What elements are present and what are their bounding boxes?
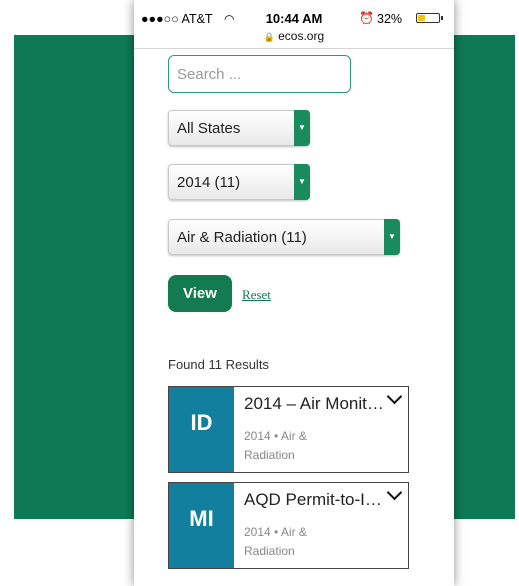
result-title: AQD Permit-to-In...: [244, 490, 384, 509]
alarm-icon: ⏰: [359, 11, 374, 25]
state-badge: MI: [169, 483, 234, 568]
status-time: 10:44 AM: [265, 11, 323, 26]
battery-icon: [416, 13, 443, 23]
year-select-value: 2014 (11): [177, 174, 241, 191]
topic-select[interactable]: Air & Radiation (11) ▼: [168, 219, 400, 255]
chevron-down-icon: ▼: [294, 164, 310, 200]
status-bar: ●●●○○ AT&T ◠ 10:44 AM ⏰ 32% 🔒 ecos.org: [134, 0, 454, 49]
results-count: Found 11 Results: [168, 357, 269, 372]
address-bar[interactable]: 🔒 ecos.org: [134, 29, 454, 43]
result-meta: 2014 • Air & Radiation: [244, 525, 307, 558]
search-input[interactable]: [168, 55, 351, 93]
lock-icon: 🔒: [263, 32, 276, 42]
result-card[interactable]: MI AQD Permit-to-In... 2014 • Air & Radi…: [168, 482, 409, 569]
topic-select-value: Air & Radiation (11): [177, 229, 307, 246]
state-select-value: All States: [177, 120, 241, 137]
year-select[interactable]: 2014 (11) ▼: [168, 164, 310, 200]
result-card[interactable]: ID 2014 – Air Monito... 2014 • Air & Rad…: [168, 386, 409, 473]
phone-screen: ●●●○○ AT&T ◠ 10:44 AM ⏰ 32% 🔒ecos.org Al…: [134, 0, 454, 586]
chevron-down-icon: ▼: [384, 219, 400, 255]
state-badge: ID: [169, 387, 234, 472]
view-button[interactable]: View: [168, 275, 232, 312]
chevron-down-icon[interactable]: [386, 484, 403, 501]
result-title: 2014 – Air Monito...: [244, 394, 384, 413]
battery-percent: 32%: [377, 12, 403, 26]
url-text: ecos.org: [278, 29, 325, 43]
state-select[interactable]: All States ▼: [168, 110, 310, 146]
chevron-down-icon[interactable]: [386, 388, 403, 405]
chevron-down-icon: ▼: [294, 110, 310, 146]
reset-link[interactable]: Reset: [242, 287, 271, 303]
result-meta: 2014 • Air & Radiation: [244, 429, 307, 462]
